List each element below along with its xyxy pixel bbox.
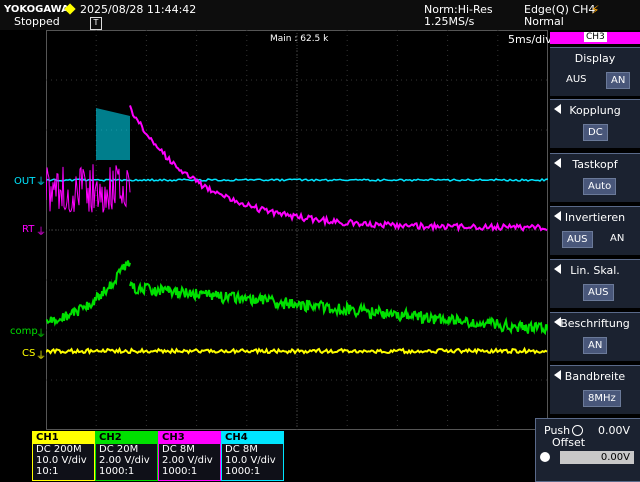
datetime: 2025/08/28 11:44:42 [80,4,196,16]
menu-title: Kopplung [550,104,640,117]
sample-rate: 1.25MS/s [424,16,474,28]
timebase-label: 5ms/div [508,34,552,46]
offset-label: Offset [552,437,585,449]
ch2-ramp [46,261,130,324]
channel-probe: 10:1 [33,466,94,477]
channel-scale: 10.0 V/div [222,455,283,466]
menu-option[interactable]: AUS [562,72,591,87]
channel-coupling: DC 200M [33,444,94,455]
ch3-burst [46,164,130,212]
menu-option[interactable]: AN [583,337,607,354]
menu-title: Bandbreite [550,370,640,383]
push-knob-icon[interactable] [572,425,583,436]
channel-name: CH4 [222,432,283,444]
channel-info-ch1[interactable]: CH1 DC 200M 10.0 V/div 10:1 [32,431,95,481]
channel-coupling: DC 20M [96,444,157,455]
ch4-ground-icon: ⏚ [36,173,46,188]
waveform-display[interactable]: Main : 62.5 k 5ms/div [46,30,548,430]
offset-radio-icon[interactable] [540,452,550,462]
main-record-label: Main : 62.5 k [270,33,328,45]
menu-option[interactable]: Auto [583,178,616,195]
graticule [46,30,548,430]
menu-option[interactable]: AN [606,231,628,246]
menu-option[interactable]: DC [583,124,608,141]
ch3-ground-icon: ⏚ [36,223,46,238]
channel-scale: 2.00 V/div [96,455,157,466]
trigger-position-icon: T [90,17,102,30]
menu-bandbreite[interactable]: Bandbreite 8MHz [550,365,640,414]
trace-label-rt: RT [22,224,34,235]
menu-display[interactable]: Display AUS AN [550,47,640,96]
channel-name: CH1 [33,432,94,444]
channel-scale: 10.0 V/div [33,455,94,466]
channel-coupling: DC 8M [222,444,283,455]
menu-option[interactable]: AUS [562,231,593,248]
channel-scale: 2.00 V/div [159,455,220,466]
menu-beschriftung[interactable]: Beschriftung AN [550,312,640,361]
offset-input[interactable]: 0.00V [560,451,634,464]
menu-option[interactable]: 8MHz [583,390,621,407]
channel-name: CH3 [159,432,220,444]
menu-title: Tastkopf [550,158,640,171]
channel-info-ch2[interactable]: CH2 DC 20M 2.00 V/div 1000:1 [95,431,158,481]
trigger-mode: Normal [524,16,564,28]
status-bar: YOKOGAWA 2025/08/28 11:44:42 Stopped T N… [0,0,640,30]
menu-option[interactable]: AUS [583,284,614,301]
ch2-trace [130,283,548,334]
channel-coupling: DC 8M [159,444,220,455]
menu-title: Display [550,52,640,65]
acquisition-status: Stopped [14,16,60,28]
offset-value: 0.00V [598,425,630,437]
trace-label-cs: CS [22,348,35,359]
channel-info-ch3[interactable]: CH3 DC 8M 2.00 V/div 1000:1 [158,431,221,481]
rising-edge-icon: ⚡ [591,3,599,17]
channel-probe: 1000:1 [159,466,220,477]
channel-name: CH2 [96,432,157,444]
channel-probe: 1000:1 [222,466,283,477]
trace-label-comp: comp [10,326,38,337]
menu-channel-label: CH3 [584,32,607,42]
menu-title: Beschriftung [550,317,640,330]
channel-info-ch4[interactable]: CH4 DC 8M 10.0 V/div 1000:1 [221,431,284,481]
menu-title: Invertieren [550,211,640,224]
menu-channel-tab[interactable]: CH3 [550,32,640,44]
menu-title: Lin. Skal. [550,264,640,277]
ch3-trace [130,105,547,230]
menu-tastkopf[interactable]: Tastkopf Auto [550,153,640,202]
ch1-ground-icon: ⏚ [36,347,46,362]
menu-lin-skal[interactable]: Lin. Skal. AUS [550,259,640,308]
menu-invertieren[interactable]: Invertieren AUS AN [550,206,640,255]
ch4-burst [96,108,130,160]
menu-kopplung[interactable]: Kopplung DC [550,99,640,148]
ch2-ground-icon: ⏚ [36,325,46,340]
ch1-trace [46,349,547,353]
menu-option[interactable]: AN [606,72,630,89]
channel-probe: 1000:1 [96,466,157,477]
trace-label-out: OUT [14,176,35,187]
offset-panel[interactable]: Push 0.00V Offset 0.00V [535,418,640,482]
